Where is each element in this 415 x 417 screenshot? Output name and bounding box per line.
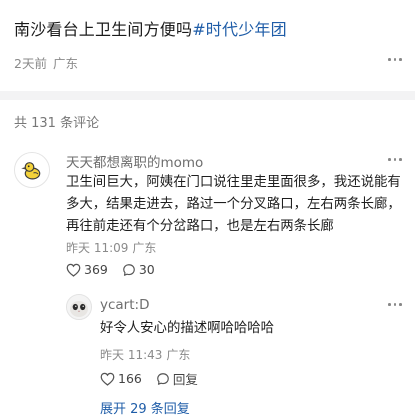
reply-meta: 昨天 11:43 广东 — [100, 346, 190, 363]
post-time: 2天前 — [14, 56, 47, 71]
reply-label: 回复 — [172, 372, 198, 387]
post-title-text: 南沙看台上卫生间方便吗 — [14, 20, 193, 39]
post-meta: 2天前 广东 — [14, 53, 78, 72]
reply-like-count: 166 — [118, 371, 142, 386]
reply-more-icon[interactable] — [387, 297, 403, 311]
reply-location: 广东 — [166, 348, 191, 362]
like-count: 369 — [84, 262, 108, 277]
post-location: 广东 — [52, 56, 78, 71]
reply-count-button[interactable]: 30 — [122, 262, 155, 277]
duck-avatar-icon — [15, 153, 49, 187]
reply-time: 昨天 11:43 — [100, 348, 163, 362]
post-more-icon[interactable] — [387, 52, 403, 66]
reply-username[interactable]: ycart:D — [100, 297, 149, 313]
reply-text: 好令人安心的描述啊哈哈哈哈 — [100, 321, 275, 336]
section-divider — [0, 91, 415, 100]
comment-meta: 昨天 11:09 广东 — [66, 239, 156, 256]
comment-more-icon[interactable] — [387, 152, 403, 166]
heart-icon — [66, 263, 81, 277]
reply-avatar[interactable] — [66, 294, 92, 320]
reply-like-button[interactable]: 166 — [100, 371, 142, 386]
reply-button[interactable]: 回复 — [156, 369, 198, 388]
comment-icon — [157, 372, 169, 385]
heart-icon — [100, 372, 115, 386]
comment-count: 共 131 条评论 — [14, 116, 100, 131]
comment-time: 昨天 11:09 — [66, 241, 129, 255]
commenter-avatar[interactable] — [14, 152, 50, 188]
hashtag-link[interactable]: #时代少年团 — [192, 20, 287, 39]
comment-actions: 369 30 — [66, 262, 169, 277]
cat-avatar-icon — [67, 295, 91, 319]
comment-location: 广东 — [132, 241, 157, 255]
commenter-name[interactable]: 天天都想离职的momo — [66, 151, 203, 171]
like-button[interactable]: 369 — [66, 262, 108, 277]
reply-actions: 166 回复 — [100, 369, 212, 388]
comment-icon — [123, 263, 135, 276]
post-title: 南沙看台上卫生间方便吗#时代少年团 — [14, 16, 287, 40]
comment-text: 卫生间巨大，阿姨在门口说往里走里面很多，我还说能有多大，结果走进去，路过一个分叉… — [66, 175, 401, 234]
reply-count: 30 — [138, 262, 155, 277]
